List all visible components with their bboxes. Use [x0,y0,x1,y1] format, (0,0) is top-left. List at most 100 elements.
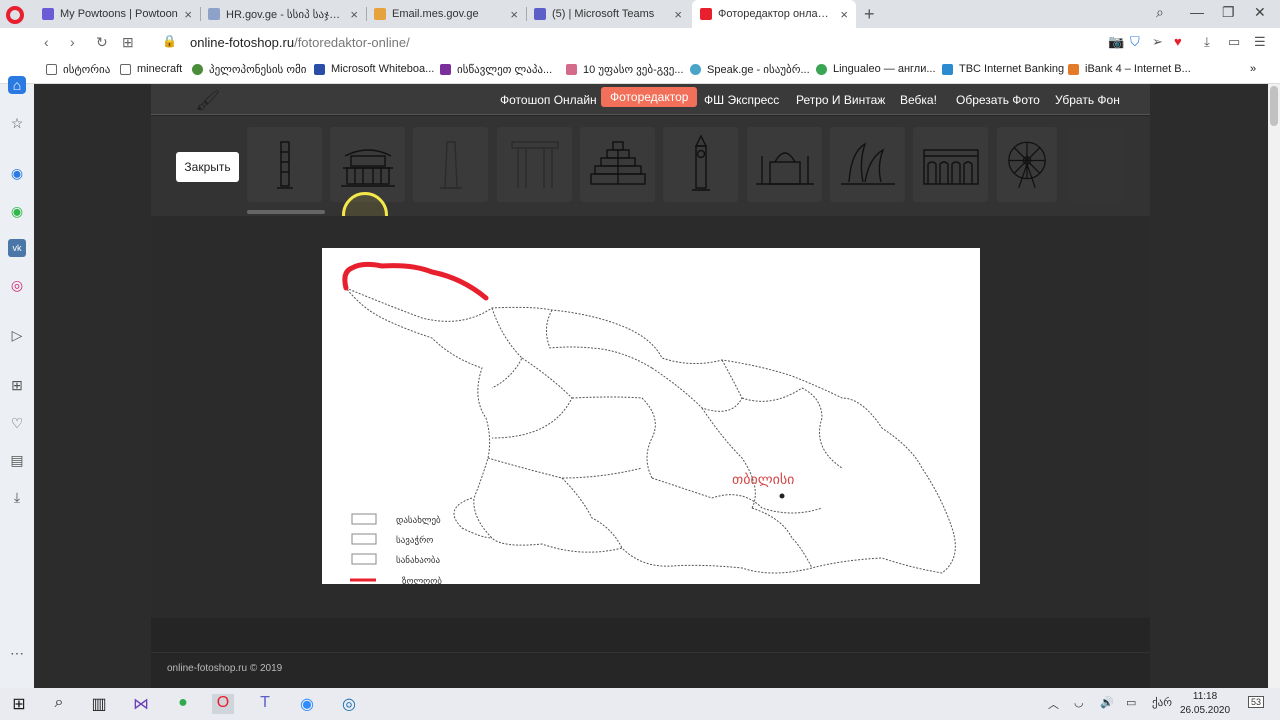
bookmark-item[interactable]: TBC Internet Banking [942,63,1064,75]
tab-close-icon[interactable]: × [184,7,192,22]
bookmark-item[interactable]: 10 უფასო ვებ-გვე... [566,63,684,76]
teams-taskbar-icon[interactable]: T [254,694,276,714]
vk-icon[interactable]: vk [8,239,26,257]
download-icon[interactable]: ⤓ [1204,34,1210,50]
windows-start-icon[interactable]: ⊞ [8,694,30,714]
reload-icon[interactable]: ↻ [96,34,108,51]
nav-fsh-express[interactable]: ФШ Экспресс [704,91,779,109]
opera-menu-icon[interactable] [6,6,24,24]
restore-icon[interactable]: ❐ [1222,4,1235,21]
speed-dial-icon[interactable]: ⊞ [122,34,134,51]
big-ben-landmark-icon[interactable] [663,127,738,202]
pagoda-landmark-icon[interactable] [330,127,405,202]
tab-title: Фоторедактор онлайн с эффектами [718,8,834,20]
instagram-icon[interactable]: ◎ [8,276,26,294]
chrome-icon[interactable]: ● [172,694,194,714]
nav-crop-photo[interactable]: Обрезать Фото [956,91,1040,109]
nav-photoshop-online[interactable]: Фотошоп Онлайн [500,91,597,109]
bookmark-item[interactable]: Speak.ge - ისაუბრ... [690,63,810,76]
nav-retro-vintage[interactable]: Ретро И Винтаж [796,91,885,109]
legend-item: სანახაობა [396,555,441,566]
task-view-icon[interactable]: ▥ [88,694,110,714]
bookmark-item[interactable]: პელოპონესის ომი [192,63,306,76]
url-host: online-fotoshop.ru [190,35,295,50]
tab-close-icon[interactable]: × [350,7,358,22]
opera-taskbar-icon[interactable]: O [212,694,234,714]
send-icon[interactable]: ➢ [1152,34,1163,50]
star-icon[interactable]: ☆ [8,114,26,132]
gate-landmark-icon[interactable] [497,127,572,202]
brush-logo-icon[interactable]: 🖌 [195,88,220,113]
snapshot-icon[interactable]: 📷 [1108,34,1124,50]
tab-close-icon[interactable]: × [840,7,848,22]
news-icon[interactable]: ▤ [8,451,26,469]
zoom-icon[interactable]: ◉ [296,694,318,714]
tower-landmark-icon[interactable] [247,127,322,202]
obelisk-landmark-icon[interactable] [413,127,488,202]
back-icon[interactable]: ‹ [44,34,49,50]
partial-landmark-icon[interactable] [1069,127,1125,202]
clock[interactable]: 11:18 26.05.2020 [1180,690,1230,718]
visual-studio-icon[interactable]: ⋈ [130,694,152,714]
strip-scrollbar[interactable] [247,210,325,214]
legend-item: სავაჭრო [396,535,433,546]
heart-icon[interactable]: ♥ [1174,34,1182,49]
close-window-icon[interactable]: ✕ [1254,4,1266,21]
whatsapp-icon[interactable]: ◉ [8,202,26,220]
new-tab-icon[interactable]: + [864,4,875,25]
more-icon[interactable]: ⋯ [8,644,26,662]
downloads-icon[interactable]: ⤓ [8,488,26,506]
tab-email[interactable]: Email.mes.gov.ge × [366,0,526,28]
tray-chevron-icon[interactable]: ︿ [1048,696,1059,712]
tab-teams[interactable]: (5) | Microsoft Teams × [526,0,690,28]
nav-webcam[interactable]: Вебка! [900,91,937,109]
language-indicator[interactable]: ქარ [1152,696,1172,709]
battery-tray-icon[interactable]: ▭ [1126,696,1136,709]
pyramid-landmark-icon[interactable] [580,127,655,202]
wifi-icon[interactable]: ◡ [1074,696,1084,709]
volume-icon[interactable]: 🔊 [1100,696,1114,709]
nav-remove-bg[interactable]: Убрать Фон [1055,91,1120,109]
forward-icon[interactable]: › [70,34,75,50]
aqueduct-landmark-icon[interactable] [913,127,988,202]
tab-close-icon[interactable]: × [510,7,518,22]
adblock-icon[interactable]: ⛉ [1130,34,1140,50]
bookmark-item[interactable]: minecraft [120,63,182,75]
tab-close-icon[interactable]: × [674,7,682,22]
search-tabs-icon[interactable]: ⌕ [1156,4,1164,21]
page-scrollbar[interactable] [1268,84,1280,688]
url-field[interactable]: online-fotoshop.ru/fotoredaktor-online/ [190,35,410,50]
taj-mahal-landmark-icon[interactable] [747,127,822,202]
tab-powtoon[interactable]: My Powtoons | Powtoon × [34,0,200,28]
ferris-wheel-landmark-icon[interactable] [997,127,1057,202]
messenger-icon[interactable]: ◉ [8,164,26,182]
home-icon[interactable]: ⌂ [8,76,26,94]
bookmark-label: TBC Internet Banking [959,63,1065,75]
bookmark-item[interactable]: Microsoft Whiteboa... [314,63,434,75]
close-button[interactable]: Закрыть [176,152,239,182]
search-icon[interactable]: ⌕ [48,694,70,714]
lock-icon[interactable]: 🔒 [162,34,177,48]
apps-icon[interactable]: ⊞ [8,376,26,394]
app-icon[interactable]: ◎ [338,694,360,714]
page-content: 🖌 Фотошоп Онлайн Фоторедактор ФШ Экспрес… [34,84,1268,688]
georgia-map-canvas[interactable]: თბილისი დასახლებ სავაჭრო სანახაობა ზოლოო… [322,248,980,587]
notifications-icon[interactable]: 53 [1248,696,1265,708]
scrollbar-thumb[interactable] [1270,86,1278,126]
battery-icon[interactable]: ▭ [1228,34,1240,50]
bookmark-item[interactable]: ისწავლეთ ლაპა... [440,63,552,76]
tab-hr-gov[interactable]: HR.gov.ge - სსიპ საჯარო × [200,0,366,28]
bookmark-item[interactable]: Lingualeo — англи... [816,63,936,75]
hat-icon [566,64,577,75]
folder-icon [120,63,131,75]
more-bookmarks-icon[interactable]: » [1250,63,1256,75]
menu-icon[interactable]: ☰ [1254,34,1266,50]
send-sidebar-icon[interactable]: ▷ [8,326,26,344]
tab-fotoredaktor[interactable]: Фоторедактор онлайн с эффектами × [692,0,856,28]
heart-sidebar-icon[interactable]: ♡ [8,414,26,432]
minimize-icon[interactable]: — [1190,4,1204,20]
opera-house-landmark-icon[interactable] [830,127,905,202]
bookmark-item[interactable]: iBank 4 – Internet B... [1068,63,1191,75]
bookmark-item[interactable]: ისტორია [46,63,110,76]
nav-fotoredaktor[interactable]: Фоторедактор [601,87,698,107]
